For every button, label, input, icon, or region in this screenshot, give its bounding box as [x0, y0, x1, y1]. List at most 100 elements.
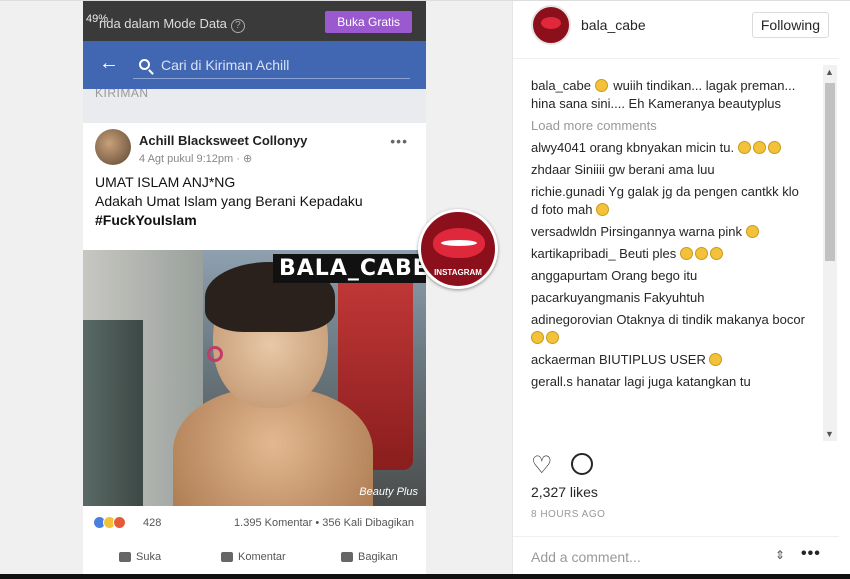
comment-action: Komentar [221, 551, 286, 563]
comment-bubble-icon[interactable] [571, 453, 593, 475]
comment-username[interactable]: zhdaar [531, 162, 571, 177]
post-photo: BALA_CABE Beauty Plus [83, 250, 426, 506]
comment-text: Otaknya di tindik makanya bocor [616, 312, 805, 327]
comment-text: Orang bego itu [611, 268, 698, 283]
instagram-logo-badge: INSTAGRAM [418, 209, 498, 289]
emoji-icon [694, 247, 708, 260]
post-author: Achill Blacksweet Collonyy [139, 133, 308, 148]
owner-avatar[interactable] [531, 5, 571, 45]
likes-count[interactable]: 2,327 likes [531, 484, 598, 500]
comment-username[interactable]: gerall.s [531, 374, 573, 389]
share-action: Bagikan [341, 551, 398, 563]
post-owner-header: bala_cabe Following [513, 1, 839, 59]
add-comment-input[interactable]: Add a comment... [531, 549, 641, 565]
comment-username[interactable]: adinegorovian [531, 312, 613, 327]
emoji-icon [679, 247, 693, 260]
emoji-icon [752, 141, 766, 154]
comment-item: anggapurtam Orang bego itu [531, 267, 809, 285]
lips-logo-icon [433, 228, 485, 258]
comment-text: Siniiii gw berani ama luu [574, 162, 715, 177]
post-time: 4 Agt pukul 9:12pm · ⊕ [139, 153, 253, 165]
author-avatar [95, 129, 131, 165]
emoji-icon [709, 247, 723, 260]
beautyplus-tag: Beauty Plus [359, 486, 418, 498]
scroll-up-icon[interactable]: ▲ [825, 67, 834, 77]
comments-scrollbar[interactable]: ▲ ▼ [823, 65, 837, 441]
screenshot-frame: 49% nda dalam Mode Data? Buka Gratis ← C… [0, 0, 850, 575]
comment-username[interactable]: richie.gunadi [531, 184, 605, 199]
search-input: Cari di Kiriman Achill [133, 51, 410, 79]
comment-username[interactable]: alwy4041 [531, 140, 586, 155]
comment-text: Beuti ples [619, 246, 677, 261]
post-icons-row: ♡ [531, 451, 811, 479]
comment-username[interactable]: kartikapribadi_ [531, 246, 616, 261]
post-line-2: Adakah Umat Islam yang Berani Kepadaku [95, 193, 363, 209]
search-placeholder: Cari di Kiriman Achill [161, 57, 290, 73]
bottom-border [0, 574, 850, 579]
add-comment-bar: Add a comment... ⇕ ••• [513, 536, 839, 575]
following-button[interactable]: Following [751, 12, 829, 38]
photo-person [173, 262, 373, 506]
more-icon: ••• [390, 133, 408, 149]
photo-fridge [83, 320, 143, 506]
post-line-1: UMAT ISLAM ANJ*NG [95, 174, 236, 190]
comment-text: orang kbnyakan micin tu. [589, 140, 735, 155]
facebook-search-bar: ← Cari di Kiriman Achill [83, 41, 426, 89]
section-label: KIRIMAN [83, 87, 426, 123]
reaction-icons [93, 516, 126, 532]
comment-text: Pirsingannya warna pink [600, 224, 743, 239]
post-hashtag: #FuckYouIslam [95, 212, 197, 228]
comment-icon [221, 552, 233, 563]
comment-username[interactable]: versadwldn [531, 224, 597, 239]
post-age: 8 HOURS AGO [531, 509, 606, 520]
comment-item: zhdaar Siniiii gw berani ama luu [531, 161, 809, 179]
emoji-icon [594, 79, 608, 92]
comment-item: pacarkuyangmanis Fakyuhtuh [531, 289, 809, 307]
scroll-thumb[interactable] [825, 83, 835, 261]
comment-item: gerall.s hanatar lagi juga katangkan tu [531, 373, 809, 391]
back-arrow-icon: ← [99, 52, 119, 74]
like-action: Suka [119, 551, 161, 563]
search-icon [139, 59, 150, 70]
post-actions: Suka Komentar Bagikan [83, 543, 426, 573]
ear-ring [207, 346, 223, 362]
load-more-comments[interactable]: Load more comments [531, 117, 809, 135]
more-options-icon[interactable]: ••• [801, 545, 821, 563]
reaction-count: 428 [143, 517, 162, 529]
post-header: Achill Blacksweet Collonyy 4 Agt pukul 9… [83, 125, 426, 173]
comment-item: versadwldn Pirsingannya warna pink [531, 223, 809, 241]
emoji-icon [737, 141, 751, 154]
comment-username[interactable]: pacarkuyangmanis [531, 290, 640, 305]
heart-icon[interactable]: ♡ [531, 451, 553, 480]
comments-list: bala_cabe wuiih tindikan... lagak preman… [531, 77, 809, 441]
facebook-screenshot: 49% nda dalam Mode Data? Buka Gratis ← C… [83, 1, 426, 575]
instagram-side-panel: bala_cabe Following bala_cabe wuiih tind… [512, 1, 839, 575]
comment-username[interactable]: ackaerman [531, 352, 595, 367]
expand-icon[interactable]: ⇕ [775, 548, 785, 562]
caption-username[interactable]: bala_cabe [531, 78, 591, 93]
comment-item: ackaerman BIUTIPLUS USER [531, 351, 809, 369]
emoji-icon [596, 203, 610, 216]
post-image: 49% nda dalam Mode Data? Buka Gratis ← C… [0, 1, 512, 575]
post-stats: 1.395 Komentar • 356 Kali Dibagikan [234, 517, 414, 529]
share-icon [341, 552, 353, 563]
data-mode-bar: 49% nda dalam Mode Data? Buka Gratis [83, 1, 426, 41]
comment-username[interactable]: anggapurtam [531, 268, 608, 283]
emoji-icon [546, 331, 559, 344]
post-text: UMAT ISLAM ANJ*NG Adakah Umat Islam yang… [83, 173, 426, 230]
comment-item: richie.gunadi Yg galak jg da pengen cant… [531, 183, 809, 219]
comment-item: alwy4041 orang kbnyakan micin tu. [531, 139, 809, 157]
thumbs-up-icon [119, 552, 131, 563]
comment-text: BIUTIPLUS USER [598, 352, 706, 367]
badge-label: INSTAGRAM [434, 268, 482, 277]
emoji-icon [709, 353, 723, 366]
comment-text: Fakyuhtuh [643, 290, 705, 305]
emoji-icon [531, 331, 544, 344]
comment-entries: alwy4041 orang kbnyakan micin tu. zhdaar… [531, 139, 809, 391]
watermark-label: BALA_CABE [273, 254, 426, 283]
emoji-icon [745, 225, 759, 238]
reaction-bar: 428 1.395 Komentar • 356 Kali Dibagikan [83, 511, 426, 535]
angry-reaction-icon [113, 516, 126, 529]
scroll-down-icon[interactable]: ▼ [825, 429, 834, 439]
owner-username[interactable]: bala_cabe [581, 17, 646, 33]
